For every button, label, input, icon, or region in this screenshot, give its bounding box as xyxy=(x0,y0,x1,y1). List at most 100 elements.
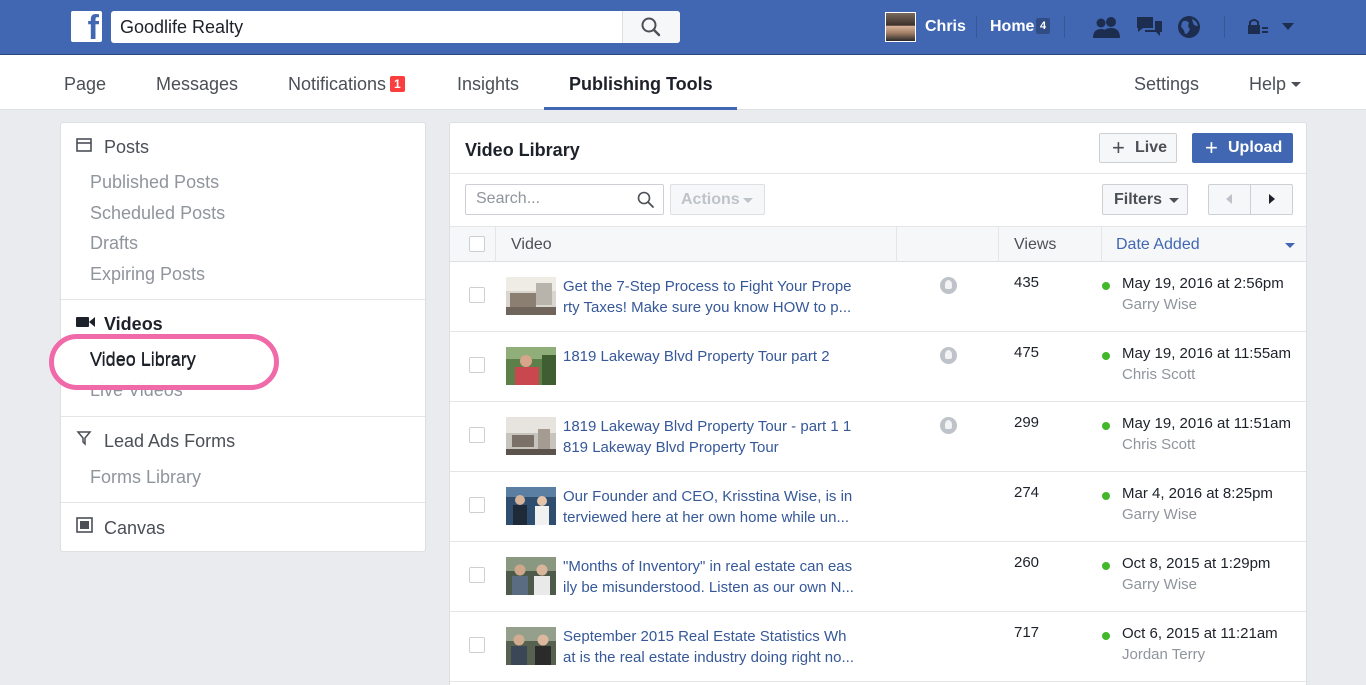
views-count: 260 xyxy=(1014,554,1040,571)
video-library-panel: Video Library + Live + Upload Search... Ac… xyxy=(449,122,1307,685)
search-icon xyxy=(637,191,654,208)
video-title-link[interactable]: 1819 Lakeway Blvd Property Tour part 2 xyxy=(563,346,863,367)
video-title-line: Our Founder and CEO, Krisstina Wise, is … xyxy=(563,488,853,505)
video-thumbnail[interactable] xyxy=(506,347,556,385)
funnel-icon xyxy=(76,431,92,446)
row-checkbox[interactable] xyxy=(469,287,485,303)
video-title-line: Get the 7-Step Process to Fight Your Pro… xyxy=(563,278,852,295)
table-row[interactable]: 1819 Lakeway Blvd Property Tour - part 1… xyxy=(450,402,1306,472)
sidebar-header-posts[interactable]: Posts xyxy=(104,137,149,158)
search-icon xyxy=(641,17,661,37)
global-search-button[interactable] xyxy=(622,11,680,43)
column-header-video[interactable]: Video xyxy=(511,236,552,254)
previous-page-button[interactable] xyxy=(1209,185,1251,214)
sort-descending-icon[interactable] xyxy=(1285,243,1295,248)
sidebar-header-videos[interactable]: Videos xyxy=(104,314,163,335)
column-header-date-added[interactable]: Date Added xyxy=(1116,236,1200,254)
live-button[interactable]: + Live xyxy=(1099,133,1177,163)
divider xyxy=(1101,227,1102,262)
select-all-checkbox[interactable] xyxy=(469,236,485,252)
sidebar-item-published-posts[interactable]: Published Posts xyxy=(90,172,219,193)
chevron-down-icon xyxy=(1291,82,1302,87)
published-status-dot xyxy=(1102,562,1110,570)
video-title-link[interactable]: "Months of Inventory" in real estate can… xyxy=(563,556,863,598)
tab-publishing-tools[interactable]: Publishing Tools xyxy=(569,74,713,95)
lock-icon[interactable] xyxy=(1246,18,1270,36)
row-checkbox[interactable] xyxy=(469,637,485,653)
top-navigation-bar: f Goodlife Realty Chris Home 4 xyxy=(0,0,1366,55)
video-title-link[interactable]: Our Founder and CEO, Krisstina Wise, is … xyxy=(563,486,863,528)
friends-icon[interactable] xyxy=(1092,14,1122,40)
video-thumbnail[interactable] xyxy=(506,487,556,525)
global-search-input[interactable]: Goodlife Realty xyxy=(111,11,680,43)
public-audience-icon xyxy=(940,417,957,434)
chevron-down-icon xyxy=(1169,198,1179,203)
video-search-input[interactable]: Search... xyxy=(465,184,664,215)
tab-page[interactable]: Page xyxy=(64,74,106,95)
sidebar-item-scheduled-posts[interactable]: Scheduled Posts xyxy=(90,203,225,224)
plus-icon: + xyxy=(1205,135,1218,160)
tab-notifications[interactable]: Notifications 1 xyxy=(288,74,405,95)
row-checkbox[interactable] xyxy=(469,567,485,583)
column-header-views[interactable]: Views xyxy=(1014,236,1056,254)
sidebar-item-drafts[interactable]: Drafts xyxy=(90,233,138,254)
published-status-dot xyxy=(1102,632,1110,640)
table-row[interactable]: Get the 7-Step Process to Fight Your Pro… xyxy=(450,262,1306,332)
messages-icon[interactable] xyxy=(1134,14,1164,40)
video-title-line: terviewed here at her own home while un.… xyxy=(563,509,849,526)
video-title-link[interactable]: Get the 7-Step Process to Fight Your Pro… xyxy=(563,276,863,318)
author-name: Garry Wise xyxy=(1122,506,1197,523)
divider xyxy=(61,299,425,300)
table-header: Video Views Date Added xyxy=(450,226,1306,262)
video-title-link[interactable]: 1819 Lakeway Blvd Property Tour - part 1… xyxy=(563,416,863,458)
chevron-down-icon[interactable] xyxy=(1281,22,1295,32)
sidebar-item-expiring-posts[interactable]: Expiring Posts xyxy=(90,264,205,285)
video-thumbnail[interactable] xyxy=(506,627,556,665)
views-count: 475 xyxy=(1014,344,1040,361)
divider xyxy=(1064,16,1065,38)
globe-icon[interactable] xyxy=(1176,14,1202,40)
home-link[interactable]: Home xyxy=(990,18,1034,36)
sidebar-item-forms-library[interactable]: Forms Library xyxy=(90,467,201,488)
date-added: May 19, 2016 at 11:51am xyxy=(1122,415,1291,432)
profile-name: Chris xyxy=(925,18,966,35)
actions-dropdown[interactable]: Actions xyxy=(670,184,765,215)
row-checkbox[interactable] xyxy=(469,357,485,373)
divider xyxy=(450,173,1306,174)
video-title-line: 1819 Lakeway Blvd Property Tour - part 1… xyxy=(563,418,852,435)
tab-help-label: Help xyxy=(1249,74,1287,94)
table-row[interactable]: Our Founder and CEO, Krisstina Wise, is … xyxy=(450,472,1306,542)
tab-help[interactable]: Help xyxy=(1249,74,1302,95)
author-name: Jordan Terry xyxy=(1122,646,1206,663)
divider xyxy=(998,227,999,262)
sidebar-header-canvas[interactable]: Canvas xyxy=(104,518,165,539)
video-thumbnail[interactable] xyxy=(506,557,556,595)
table-row[interactable]: "Months of Inventory" in real estate can… xyxy=(450,542,1306,612)
tab-messages[interactable]: Messages xyxy=(156,74,238,95)
upload-button[interactable]: + Upload xyxy=(1192,133,1293,163)
upload-button-label: Upload xyxy=(1228,139,1283,156)
video-search-placeholder: Search... xyxy=(476,190,541,207)
next-page-button[interactable] xyxy=(1251,185,1293,214)
pagination-control xyxy=(1208,184,1293,215)
row-checkbox[interactable] xyxy=(469,497,485,513)
table-row[interactable]: September 2015 Real Estate Statistics Wh… xyxy=(450,612,1306,682)
avatar xyxy=(885,12,916,42)
chevron-right-icon xyxy=(1269,194,1275,204)
date-added: May 19, 2016 at 2:56pm xyxy=(1122,275,1284,292)
posts-icon xyxy=(76,138,92,152)
row-checkbox[interactable] xyxy=(469,427,485,443)
video-title-link[interactable]: September 2015 Real Estate Statistics Wh… xyxy=(563,626,863,668)
facebook-logo[interactable]: f xyxy=(71,11,102,42)
divider xyxy=(896,227,897,262)
video-thumbnail[interactable] xyxy=(506,417,556,455)
video-title-line: ily be misunderstood. Listen as our own … xyxy=(563,579,854,596)
sidebar-header-lead-ads-forms[interactable]: Lead Ads Forms xyxy=(104,431,235,452)
views-count: 717 xyxy=(1014,624,1040,641)
table-row[interactable]: 1819 Lakeway Blvd Property Tour part 2 4… xyxy=(450,332,1306,402)
filters-dropdown[interactable]: Filters xyxy=(1102,184,1188,215)
tab-insights[interactable]: Insights xyxy=(457,74,519,95)
video-thumbnail[interactable] xyxy=(506,277,556,315)
sidebar-item-video-library-highlighted[interactable]: Video Library xyxy=(90,349,196,370)
tab-settings[interactable]: Settings xyxy=(1134,74,1199,95)
